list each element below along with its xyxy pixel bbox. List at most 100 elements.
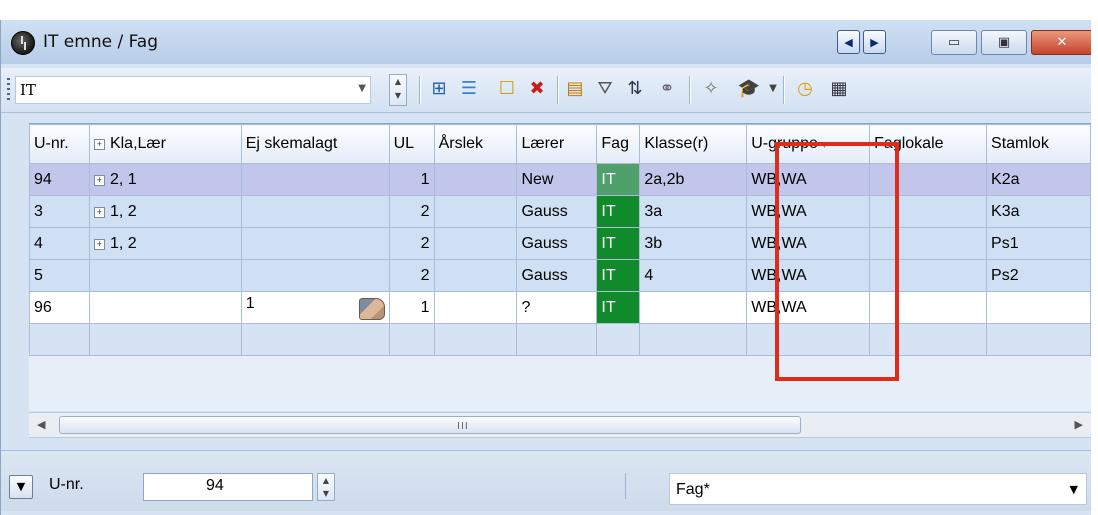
- cell-ugruppe[interactable]: WB,WA: [746, 259, 871, 292]
- cell-ej-skemalagt[interactable]: [240, 259, 390, 292]
- cell-faglokale[interactable]: [869, 291, 988, 324]
- chevron-down-icon[interactable]: ▼: [761, 77, 785, 101]
- cell-aarslek[interactable]: [433, 227, 518, 260]
- cell-aarslek[interactable]: [433, 163, 518, 196]
- col-header-fag[interactable]: Fag: [596, 124, 641, 164]
- hand-pointer-icon[interactable]: [358, 298, 385, 320]
- cell-empty[interactable]: [869, 323, 988, 356]
- cell-stamlok[interactable]: [986, 291, 1091, 324]
- col-header-klalaer[interactable]: + Kla,Lær: [88, 124, 242, 164]
- cell-empty[interactable]: [29, 323, 90, 356]
- cell-klasse[interactable]: 4: [639, 259, 748, 292]
- cell-empty[interactable]: [746, 323, 871, 356]
- col-header-laerer[interactable]: Lærer: [516, 124, 598, 164]
- cell-fag[interactable]: IT: [596, 291, 641, 324]
- cell-empty[interactable]: [639, 323, 748, 356]
- cell-faglokale[interactable]: [869, 163, 988, 196]
- col-header-ej-skemalagt[interactable]: Ej skemalagt: [240, 124, 390, 164]
- cell-laerer[interactable]: New: [516, 163, 598, 196]
- expand-plus-icon[interactable]: +: [93, 139, 105, 150]
- filter-combobox[interactable]: IT ▼: [15, 76, 371, 104]
- cell-fag[interactable]: IT: [596, 195, 641, 228]
- grid-add-icon[interactable]: ⊞: [427, 77, 451, 101]
- cell-stamlok[interactable]: Ps2: [986, 259, 1091, 292]
- cell-ul[interactable]: 1: [388, 291, 435, 324]
- cell-unr[interactable]: 3: [29, 195, 90, 228]
- new-icon[interactable]: ☐: [495, 77, 519, 101]
- unr-input[interactable]: 94: [143, 473, 313, 501]
- chevron-down-icon[interactable]: ▼: [9, 475, 33, 499]
- cell-unr[interactable]: 4: [29, 227, 90, 260]
- table-row[interactable]: 3 +1, 2 2 Gauss IT 3a WB,WA K3a: [29, 195, 1091, 228]
- col-header-klasse[interactable]: Klasse(r): [639, 124, 748, 164]
- cell-ul[interactable]: 2: [388, 195, 435, 228]
- cell-faglokale[interactable]: [869, 227, 988, 260]
- table-row[interactable]: 94 +2, 1 1 New IT 2a,2b WB,WA K2a: [29, 163, 1091, 196]
- cell-empty[interactable]: [388, 323, 435, 356]
- maximize-button[interactable]: ▣: [981, 30, 1027, 55]
- expand-plus-icon[interactable]: +: [93, 174, 105, 186]
- cell-unr[interactable]: 5: [29, 259, 90, 292]
- graduation-cap-icon[interactable]: 🎓: [737, 77, 761, 101]
- view-combobox[interactable]: Fag* ▼: [669, 473, 1087, 505]
- cell-laerer[interactable]: ?: [516, 291, 598, 324]
- unr-spinner[interactable]: ▲ ▼: [317, 473, 335, 501]
- col-header-stamlok[interactable]: Stamlok: [986, 124, 1091, 164]
- cell-faglokale[interactable]: [869, 195, 988, 228]
- cell-aarslek[interactable]: [433, 195, 518, 228]
- table-row[interactable]: 5 2 Gauss IT 4 WB,WA Ps2: [29, 259, 1091, 292]
- cell-fag[interactable]: IT: [596, 227, 641, 260]
- cell-stamlok[interactable]: Ps1: [986, 227, 1091, 260]
- cell-empty[interactable]: [596, 323, 641, 356]
- cell-empty[interactable]: [240, 323, 390, 356]
- scroll-left-icon[interactable]: ◀: [37, 418, 45, 431]
- cell-laerer[interactable]: Gauss: [516, 227, 598, 260]
- wand-icon[interactable]: ✧: [699, 77, 723, 101]
- delete-icon[interactable]: ✖: [525, 77, 549, 101]
- cell-fag[interactable]: IT: [596, 259, 641, 292]
- cell-aarslek[interactable]: [433, 291, 518, 324]
- cell-klasse[interactable]: 2a,2b: [639, 163, 748, 196]
- cell-ugruppe[interactable]: WB,WA: [746, 227, 871, 260]
- ruler-icon[interactable]: ▤: [563, 77, 587, 101]
- cell-ul[interactable]: 2: [388, 227, 435, 260]
- cell-klasse[interactable]: [639, 291, 748, 324]
- clock-icon[interactable]: ◷: [793, 77, 817, 101]
- cell-stamlok[interactable]: K2a: [986, 163, 1091, 196]
- scrollbar-thumb[interactable]: III: [59, 416, 801, 434]
- expand-plus-icon[interactable]: +: [93, 238, 105, 250]
- filter-icon[interactable]: ⛛: [593, 77, 617, 101]
- col-header-ul[interactable]: UL: [388, 124, 435, 164]
- table-row[interactable]: 4 +1, 2 2 Gauss IT 3b WB,WA Ps1: [29, 227, 1091, 260]
- cell-ul[interactable]: 2: [388, 259, 435, 292]
- cell-empty[interactable]: [516, 323, 598, 356]
- cell-klasse[interactable]: 3a: [639, 195, 748, 228]
- cell-klalaer[interactable]: +2, 1: [88, 163, 242, 196]
- cell-laerer[interactable]: Gauss: [516, 259, 598, 292]
- table-row-empty[interactable]: [29, 323, 1091, 356]
- cell-empty[interactable]: [986, 323, 1091, 356]
- cell-stamlok[interactable]: K3a: [986, 195, 1091, 228]
- cell-ugruppe[interactable]: WB,WA: [746, 291, 871, 324]
- col-header-aarslek[interactable]: Årslek: [433, 124, 518, 164]
- cell-unr[interactable]: 96: [29, 291, 90, 324]
- cell-ej-skemalagt[interactable]: 1: [240, 291, 390, 324]
- horizontal-scrollbar[interactable]: ◀ III ▶: [29, 412, 1091, 438]
- scroll-right-icon[interactable]: ▶: [1075, 418, 1083, 431]
- cell-empty[interactable]: [433, 323, 518, 356]
- cell-laerer[interactable]: Gauss: [516, 195, 598, 228]
- cell-faglokale[interactable]: [869, 259, 988, 292]
- col-header-faglokale[interactable]: Faglokale: [869, 124, 988, 164]
- close-button[interactable]: ✕: [1031, 30, 1091, 55]
- table-row[interactable]: 96 1 1 ? IT WB,WA: [29, 291, 1091, 324]
- cell-klasse[interactable]: 3b: [639, 227, 748, 260]
- minimize-button[interactable]: ▭: [931, 30, 977, 55]
- cell-aarslek[interactable]: [433, 259, 518, 292]
- toolbar-grip[interactable]: [7, 78, 10, 100]
- sort-icon[interactable]: ⇅: [623, 77, 647, 101]
- expand-plus-icon[interactable]: +: [93, 206, 105, 218]
- cell-ej-skemalagt[interactable]: [240, 163, 390, 196]
- chevron-down-icon[interactable]: ▼: [1070, 483, 1078, 496]
- cell-klalaer[interactable]: +1, 2: [88, 227, 242, 260]
- nav-prev-button[interactable]: ◀: [837, 30, 860, 54]
